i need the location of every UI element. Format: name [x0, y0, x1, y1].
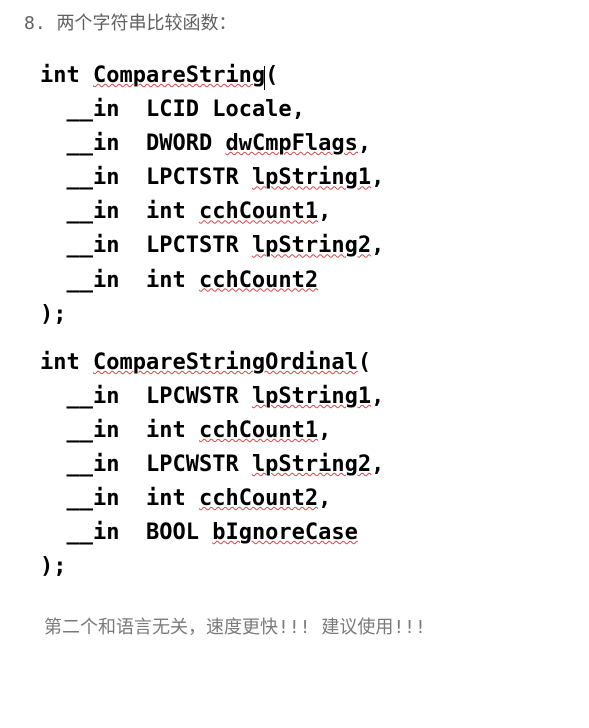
comma: ,: [318, 418, 331, 443]
type: LCID: [146, 97, 212, 122]
param-in: __in: [40, 486, 146, 511]
func-name: CompareString: [93, 63, 265, 88]
comma: ,: [358, 131, 371, 156]
param: bIgnoreCase: [212, 520, 358, 545]
code-line: __in int cchCount1,: [40, 195, 569, 229]
param-in: __in: [40, 418, 146, 443]
comma: ,: [371, 452, 384, 477]
code-line: __in DWORD dwCmpFlags,: [40, 127, 569, 161]
param-in: __in: [40, 452, 146, 477]
keyword-int: int: [40, 350, 93, 375]
comma: ,: [371, 384, 384, 409]
param: cchCount1: [199, 418, 318, 443]
param-in: __in: [40, 233, 146, 258]
code-line: __in int cchCount2,: [40, 482, 569, 516]
code-line: __in LPCTSTR lpString2,: [40, 229, 569, 263]
param: cchCount2: [199, 486, 318, 511]
type: BOOL: [146, 520, 212, 545]
code-line: int CompareString(: [40, 59, 569, 93]
code-line: __in LPCWSTR lpString1,: [40, 380, 569, 414]
comma: ,: [318, 199, 331, 224]
param: lpString2: [252, 233, 371, 258]
paren-close: );: [40, 554, 67, 579]
type: LPCTSTR: [146, 233, 252, 258]
keyword-int: int: [40, 63, 93, 88]
code-line: __in int cchCount1,: [40, 414, 569, 448]
page: 8. 两个字符串比较函数： int CompareString( __in LC…: [0, 0, 589, 679]
code-line: );: [40, 550, 569, 584]
keyword-int: int: [146, 418, 199, 443]
code-line: __in LCID Locale,: [40, 93, 569, 127]
param: cchCount1: [199, 199, 318, 224]
comma: ,: [371, 165, 384, 190]
text-caret: [264, 66, 265, 90]
param-in: __in: [40, 165, 146, 190]
paren-open: (: [358, 350, 371, 375]
code-line: __in LPCTSTR lpString1,: [40, 161, 569, 195]
comma: ,: [318, 486, 331, 511]
keyword-int: int: [146, 199, 199, 224]
type: LPCWSTR: [146, 452, 252, 477]
param-in: __in: [40, 268, 146, 293]
comma: ,: [371, 233, 384, 258]
param: lpString1: [252, 165, 371, 190]
code-line: );: [40, 298, 569, 332]
param-in: __in: [40, 520, 146, 545]
param: lpString1: [252, 384, 371, 409]
comma: ,: [292, 97, 305, 122]
param: lpString2: [252, 452, 371, 477]
paren-open: (: [265, 63, 278, 88]
code-line: __in int cchCount2: [40, 264, 569, 298]
code-line: __in LPCWSTR lpString2,: [40, 448, 569, 482]
footnote: 第二个和语言无关，速度更快!!! 建议使用!!!: [20, 614, 569, 641]
keyword-int: int: [146, 268, 199, 293]
paren-close: );: [40, 302, 67, 327]
code-block-2: int CompareStringOrdinal( __in LPCWSTR l…: [40, 346, 569, 585]
param-in: __in: [40, 97, 146, 122]
type: DWORD: [146, 131, 225, 156]
section-heading: 8. 两个字符串比较函数：: [20, 10, 569, 37]
param: Locale: [212, 97, 291, 122]
func-name: CompareStringOrdinal: [93, 350, 358, 375]
param: dwCmpFlags: [225, 131, 357, 156]
param-in: __in: [40, 131, 146, 156]
code-block-1: int CompareString( __in LCID Locale, __i…: [40, 59, 569, 332]
param-in: __in: [40, 199, 146, 224]
type: LPCWSTR: [146, 384, 252, 409]
code-line: __in BOOL bIgnoreCase: [40, 516, 569, 550]
code-line: int CompareStringOrdinal(: [40, 346, 569, 380]
param: cchCount2: [199, 268, 318, 293]
type: LPCTSTR: [146, 165, 252, 190]
param-in: __in: [40, 384, 146, 409]
keyword-int: int: [146, 486, 199, 511]
